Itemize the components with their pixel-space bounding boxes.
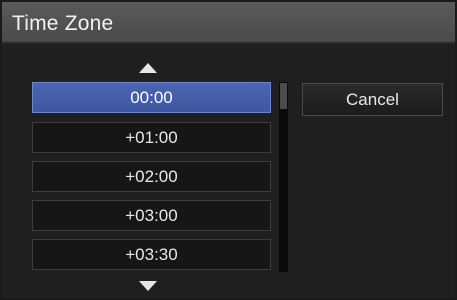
cancel-button[interactable]: Cancel xyxy=(302,83,443,116)
dialog-title: Time Zone xyxy=(12,12,114,35)
time-zone-option[interactable]: +03:30 xyxy=(32,239,271,270)
scroll-up-button[interactable] xyxy=(139,63,157,73)
triangle-up-icon xyxy=(139,63,157,73)
triangle-down-icon xyxy=(139,281,157,291)
scrollbar-thumb[interactable] xyxy=(280,83,287,109)
time-zone-option[interactable]: +02:00 xyxy=(32,161,271,192)
scroll-down-button[interactable] xyxy=(139,281,157,291)
time-zone-option[interactable]: +03:00 xyxy=(32,200,271,231)
time-zone-dialog: Time Zone 00:00 +01:00 +02:00 +03:00 +03… xyxy=(0,0,457,300)
list-scrollbar[interactable] xyxy=(279,82,288,272)
title-bar: Time Zone xyxy=(2,2,455,44)
time-zone-option[interactable]: 00:00 xyxy=(32,82,271,113)
time-zone-option[interactable]: +01:00 xyxy=(32,122,271,153)
